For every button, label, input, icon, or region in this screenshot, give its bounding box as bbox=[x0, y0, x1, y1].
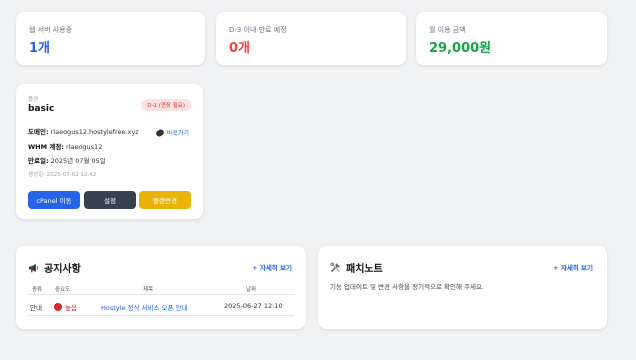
stat-value: 29,000원 bbox=[429, 41, 492, 56]
domain-label: 도메인: bbox=[28, 128, 49, 136]
priority-dot-icon bbox=[54, 303, 62, 311]
whm-row: WHM 계정: rlaeogus12 bbox=[28, 141, 102, 151]
stat-card-monthly-cost: 월 이용 금액 29,000원 bbox=[416, 12, 607, 65]
patch-description: 기능 업데이트 및 변경 사항을 정기적으로 확인해 주세요. bbox=[330, 283, 485, 291]
notice-title-text: 공지사항 bbox=[44, 264, 81, 275]
row-type: 안내 bbox=[30, 304, 42, 312]
megaphone-icon bbox=[29, 263, 39, 272]
whm-value: rlaeogus12 bbox=[65, 143, 103, 151]
stat-label: D-3 이내 만료 예정 bbox=[229, 26, 287, 34]
settings-button[interactable]: 설정 bbox=[84, 191, 136, 209]
notice-more-link[interactable]: + 자세히 보기 bbox=[252, 262, 292, 272]
domain-row: 도메인: rlaeogus12.hostylefree.xyz bbox=[28, 126, 139, 136]
patch-title: 패치노트 bbox=[330, 260, 383, 275]
plan-card: 플랜 basic D-1 (연장 필요) 도메인: rlaeogus12.hos… bbox=[16, 84, 203, 219]
col-header-title: 제목 bbox=[143, 287, 154, 293]
stat-card-servers: 웹 서버 사용중 1개 bbox=[16, 12, 205, 65]
divider bbox=[28, 294, 294, 295]
col-header-type: 종류 bbox=[32, 287, 43, 293]
priority-label: 높음 bbox=[65, 304, 77, 312]
domain-value: rlaeogus12.hostylefree.xyz bbox=[50, 128, 139, 136]
patch-title-text: 패치노트 bbox=[346, 264, 383, 275]
notice-title: 공지사항 bbox=[28, 260, 81, 275]
stat-value: 0개 bbox=[229, 41, 251, 56]
row-title-rest[interactable]: 정식 서비스 오픈 안내 bbox=[125, 304, 188, 312]
expiry-row: 만료일: 2025년 07월 05일 bbox=[28, 155, 106, 165]
stat-label: 웹 서버 사용중 bbox=[29, 26, 73, 34]
col-header-priority: 중요도 bbox=[55, 287, 71, 293]
patch-card: 패치노트 + 자세히 보기 기능 업데이트 및 변경 사항을 정기적으로 확인해… bbox=[318, 246, 607, 329]
expiry-label: 만료일: bbox=[28, 157, 49, 165]
notice-card: 공지사항 + 자세히 보기 종류 중요도 제목 날짜 안내 높음 Hostyle… bbox=[16, 246, 306, 329]
tools-icon bbox=[330, 262, 340, 272]
expiry-value: 2025년 07월 05일 bbox=[50, 157, 106, 165]
created-date: 생성일: 2025-07-02 12:42 bbox=[28, 172, 97, 178]
patch-more-link[interactable]: + 자세히 보기 bbox=[553, 262, 593, 272]
goto-label[interactable]: 바로가기 bbox=[167, 128, 189, 137]
divider bbox=[28, 315, 294, 316]
whm-label: WHM 계정: bbox=[28, 143, 64, 151]
goto-link[interactable]: 바로가기 bbox=[154, 127, 189, 138]
change-plan-button[interactable]: 플랜변경 bbox=[139, 191, 191, 209]
plan-name: basic bbox=[28, 104, 55, 114]
stat-value: 1개 bbox=[29, 41, 51, 56]
stat-label: 월 이용 금액 bbox=[429, 26, 466, 34]
row-priority: 높음 bbox=[54, 302, 77, 312]
plan-kicker: 플랜 bbox=[28, 97, 39, 103]
stat-card-expiring: D-3 이내 만료 예정 0개 bbox=[216, 12, 406, 65]
link-icon bbox=[154, 127, 165, 138]
status-badge: D-1 (연장 필요) bbox=[141, 99, 191, 111]
row-title-prefix[interactable]: Hostyle bbox=[101, 304, 125, 312]
cpanel-button[interactable]: cPanel 이동 bbox=[28, 191, 80, 209]
col-header-date: 날짜 bbox=[246, 287, 257, 293]
row-date: 2025-06-27 12:10 bbox=[224, 302, 283, 310]
row-title[interactable]: Hostyle 정식 서비스 오픈 안내 bbox=[101, 302, 188, 312]
